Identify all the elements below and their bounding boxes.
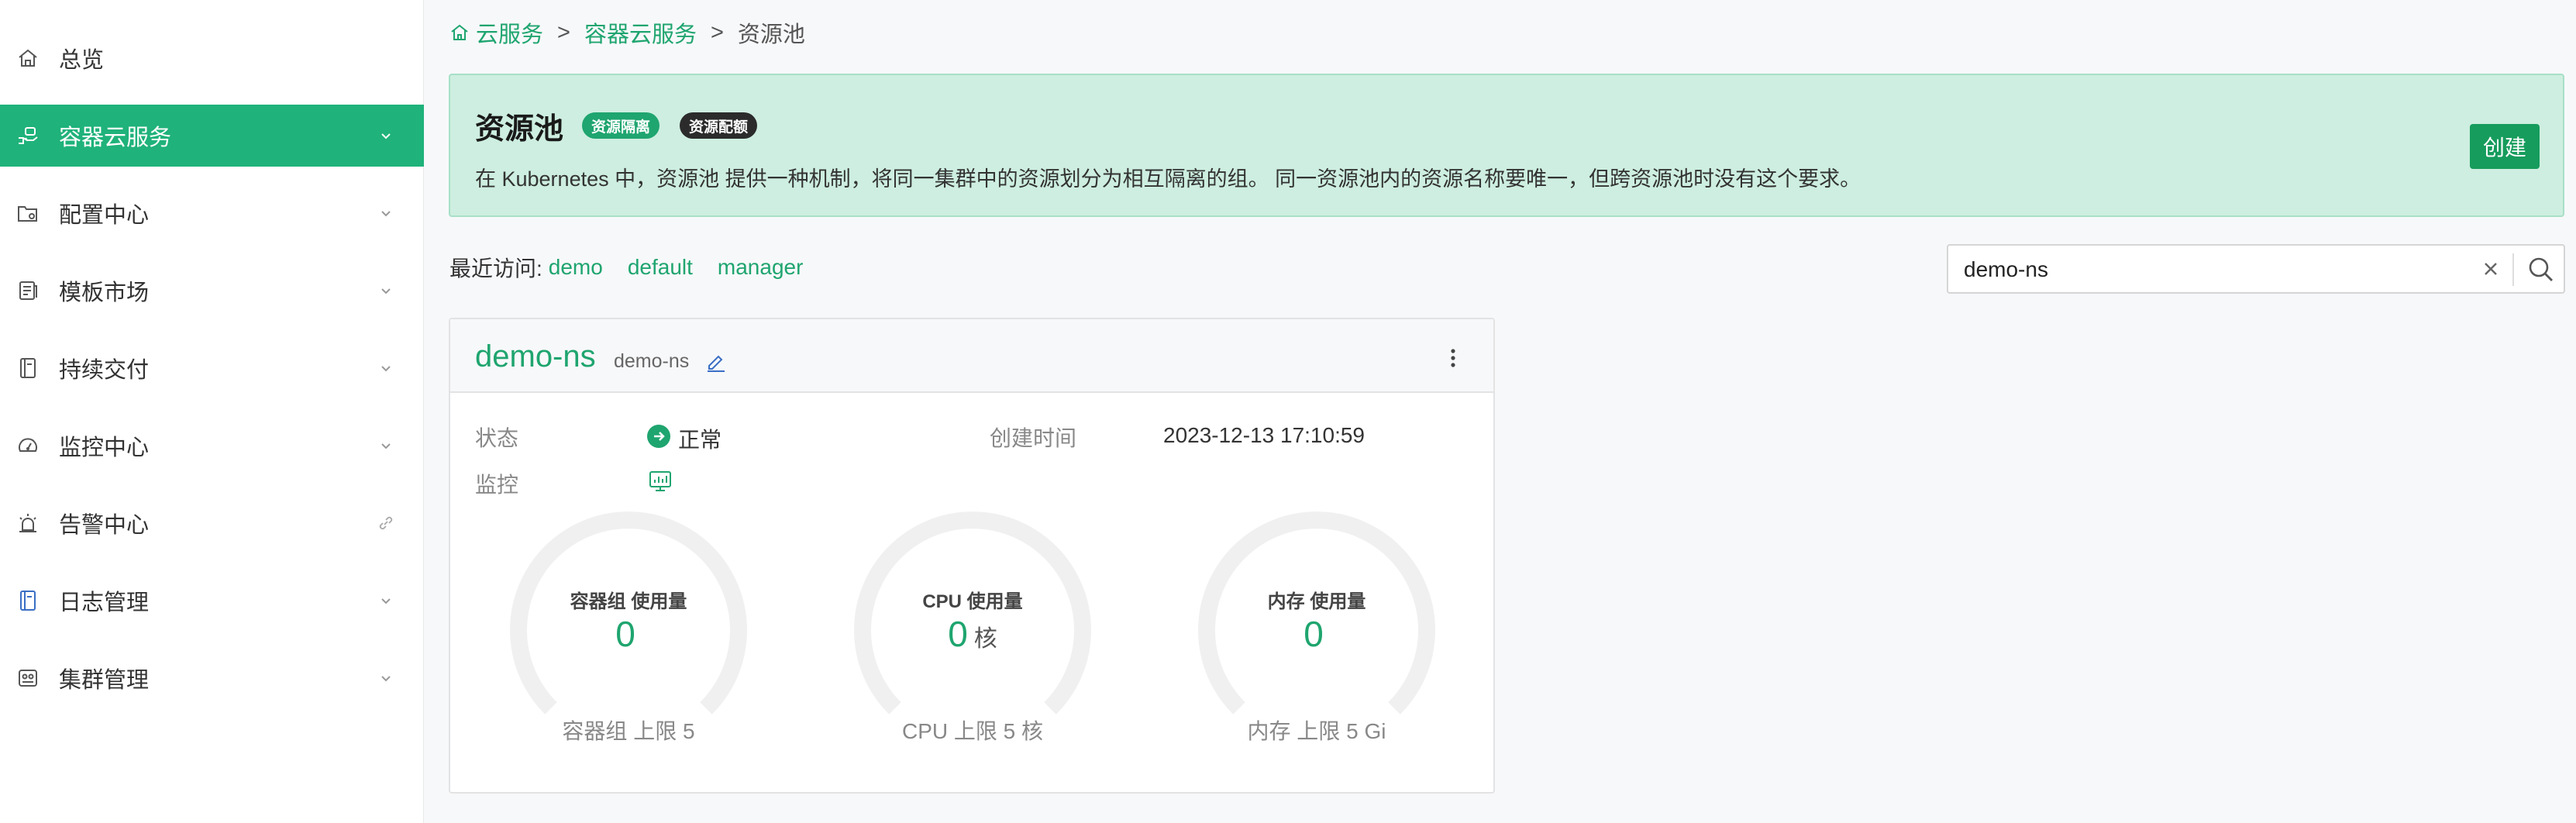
sidebar: 总览 容器云服务 配置中心 模板市场 持续交付 监控中心 告警中心 日志管理 集…	[0, 0, 424, 823]
status-ok-icon	[647, 425, 670, 448]
sidebar-item-container-cloud[interactable]: 容器云服务	[0, 105, 424, 167]
sidebar-item-template-market[interactable]: 模板市场	[0, 260, 424, 322]
recent-visits: 最近访问: demo default manager	[449, 252, 828, 283]
sidebar-item-cluster-management[interactable]: 集群管理	[0, 647, 424, 709]
breadcrumb-link-container-cloud[interactable]: 容器云服务	[584, 16, 697, 49]
sidebar-item-monitor-center[interactable]: 监控中心	[0, 415, 424, 477]
chevron-down-icon	[375, 590, 397, 611]
created-time-value: 2023-12-13 17:10:59	[1163, 423, 1365, 447]
gauge-value: 0	[1303, 614, 1324, 654]
chevron-down-icon	[375, 202, 397, 224]
sidebar-item-continuous-delivery[interactable]: 持续交付	[0, 337, 424, 399]
home-icon[interactable]	[449, 22, 470, 43]
status-label: 状态	[475, 426, 519, 450]
banner-description: 在 Kubernetes 中，资源池 提供一种机制，将同一集群中的资源划分为相互…	[475, 167, 1861, 191]
edit-icon[interactable]	[704, 350, 728, 374]
gauge-value: 0	[615, 614, 635, 654]
sidebar-item-config-center[interactable]: 配置中心	[0, 182, 424, 244]
sidebar-item-label: 告警中心	[59, 513, 150, 538]
sidebar-item-log-management[interactable]: 日志管理	[0, 570, 424, 632]
gauge-title: 内存 使用量	[1267, 591, 1366, 612]
book-icon	[15, 356, 40, 381]
gauge-limit: 内存 上限 5 Gi	[1247, 719, 1386, 743]
info-banner: 资源池 资源隔离 资源配额 在 Kubernetes 中，资源池 提供一种机制，…	[449, 74, 2564, 217]
breadcrumb-separator: >	[710, 19, 724, 45]
gauge-title: CPU 使用量	[922, 591, 1023, 612]
cloud-hand-icon	[15, 123, 40, 148]
sidebar-item-label: 持续交付	[59, 358, 150, 383]
sidebar-item-label: 总览	[59, 48, 105, 73]
recent-visits-label: 最近访问:	[449, 257, 542, 281]
home-icon	[15, 46, 40, 71]
cluster-icon	[15, 666, 40, 690]
card-header: demo-ns demo-ns	[450, 319, 1493, 393]
search-input[interactable]: demo-ns	[1947, 244, 2565, 294]
gauge-value: 0核	[948, 614, 997, 654]
sidebar-item-label: 监控中心	[59, 436, 150, 460]
search-divider	[2512, 253, 2514, 286]
search-icon[interactable]	[2526, 255, 2556, 284]
dashboard-icon	[15, 433, 40, 458]
chevron-down-icon	[375, 280, 397, 301]
gauge-limit: 容器组 上限 5	[562, 719, 695, 743]
tag-resource-quota: 资源配额	[680, 112, 758, 139]
breadcrumb-current: 资源池	[737, 22, 805, 47]
search-input-value: demo-ns	[1964, 257, 2048, 281]
chevron-down-icon	[375, 667, 397, 689]
breadcrumb-separator: >	[557, 19, 570, 45]
pod-usage-gauge: 容器组 使用量 0 容器组 上限 5	[505, 507, 752, 755]
monitor-label: 监控	[475, 473, 519, 497]
external-link-icon	[375, 512, 397, 534]
folder-config-icon	[15, 201, 40, 226]
sidebar-item-label: 模板市场	[59, 281, 150, 305]
clear-icon[interactable]	[2478, 257, 2503, 281]
status-value: 正常	[678, 428, 722, 452]
sidebar-item-label: 集群管理	[59, 668, 150, 693]
alarm-icon	[15, 511, 40, 535]
breadcrumb: 云服务 > 容器云服务 > 资源池	[449, 17, 805, 48]
breadcrumb-link-cloud-service[interactable]: 云服务	[476, 16, 543, 49]
memory-usage-gauge: 内存 使用量 0 内存 上限 5 Gi	[1193, 507, 1441, 755]
log-icon	[15, 588, 40, 613]
page-title: 资源池	[475, 113, 564, 146]
chevron-down-icon	[375, 125, 397, 146]
gauge-title: 容器组 使用量	[570, 591, 687, 612]
recent-link-demo[interactable]: demo	[549, 255, 603, 280]
template-icon	[15, 278, 40, 303]
cpu-usage-gauge: CPU 使用量 0核 CPU 上限 5 核	[849, 507, 1097, 755]
namespace-subname: demo-ns	[614, 350, 690, 372]
recent-link-manager[interactable]: manager	[718, 255, 804, 280]
sidebar-item-label: 配置中心	[59, 203, 150, 228]
more-menu-icon[interactable]	[1444, 344, 1462, 372]
namespace-card: demo-ns demo-ns 状态 正常 创建时间 2023-12-13 17…	[449, 318, 1495, 794]
chevron-down-icon	[375, 435, 397, 456]
chevron-down-icon	[375, 357, 397, 379]
sidebar-item-overview[interactable]: 总览	[0, 27, 424, 89]
gauge-limit: CPU 上限 5 核	[901, 719, 1044, 743]
create-button[interactable]: 创建	[2470, 124, 2540, 169]
namespace-name[interactable]: demo-ns	[475, 339, 596, 374]
monitor-chart-icon[interactable]	[647, 468, 673, 494]
tag-resource-isolation: 资源隔离	[582, 112, 660, 139]
sidebar-item-label: 容器云服务	[59, 126, 172, 150]
sidebar-item-label: 日志管理	[59, 591, 150, 615]
created-time-label: 创建时间	[990, 426, 1077, 450]
sidebar-item-alarm-center[interactable]: 告警中心	[0, 492, 424, 554]
recent-link-default[interactable]: default	[628, 255, 693, 280]
